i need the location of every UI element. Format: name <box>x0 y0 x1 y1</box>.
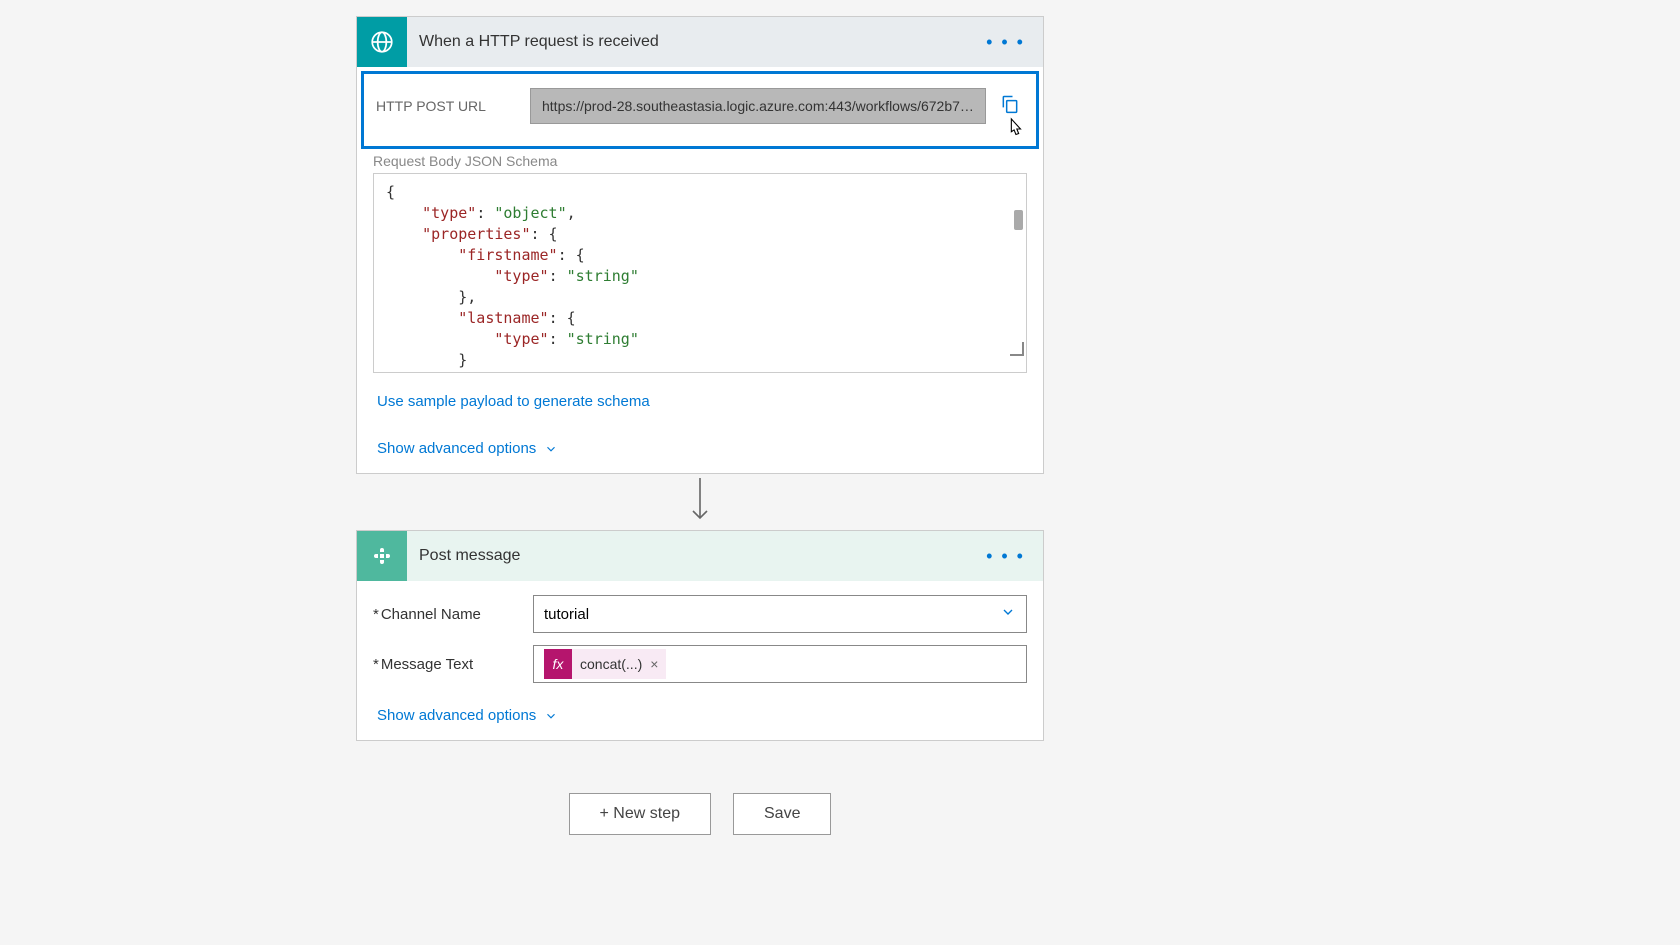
message-text-label: *Message Text <box>373 656 521 673</box>
post-message-menu-button[interactable]: • • • <box>980 542 1031 571</box>
http-post-url-value[interactable]: https://prod-28.southeastasia.logic.azur… <box>530 88 986 124</box>
chevron-down-icon <box>544 709 558 723</box>
channel-name-label: *Channel Name <box>373 606 521 623</box>
http-trigger-title: When a HTTP request is received <box>407 33 980 51</box>
http-trigger-header[interactable]: When a HTTP request is received • • • <box>357 17 1043 67</box>
message-text-row: *Message Text fx concat(...) × <box>357 639 1043 689</box>
sample-payload-link[interactable]: Use sample payload to generate schema <box>357 383 670 420</box>
token-remove-button[interactable]: × <box>648 656 666 672</box>
copy-icon <box>1000 94 1020 114</box>
new-step-button[interactable]: + New step <box>569 793 711 835</box>
http-trigger-card: When a HTTP request is received • • • HT… <box>356 16 1044 474</box>
message-text-input[interactable]: fx concat(...) × <box>533 645 1027 683</box>
save-button[interactable]: Save <box>733 793 831 835</box>
copy-url-button[interactable] <box>1000 94 1024 118</box>
post-message-card: Post message • • • *Channel Name tutoria… <box>356 530 1044 741</box>
http-post-url-section: HTTP POST URL https://prod-28.southeasta… <box>361 71 1039 149</box>
chevron-down-icon <box>1000 604 1016 624</box>
post-message-header[interactable]: Post message • • • <box>357 531 1043 581</box>
footer-buttons: + New step Save <box>356 793 1044 835</box>
schema-textarea[interactable]: { "type": "object", "properties": { "fir… <box>373 173 1027 373</box>
http-post-url-label: HTTP POST URL <box>376 98 516 114</box>
fx-icon: fx <box>544 649 572 679</box>
show-advanced-action-link[interactable]: Show advanced options <box>357 697 578 734</box>
show-advanced-trigger-link[interactable]: Show advanced options <box>357 430 578 467</box>
slack-icon <box>357 531 407 581</box>
chevron-down-icon <box>544 442 558 456</box>
connector-arrow <box>356 474 1044 530</box>
schema-resize-handle[interactable] <box>1010 342 1024 356</box>
http-card-menu-button[interactable]: • • • <box>980 28 1031 57</box>
http-icon <box>357 17 407 67</box>
arrow-down-icon <box>688 478 712 524</box>
schema-scrollbar[interactable] <box>1014 210 1023 230</box>
expression-token[interactable]: fx concat(...) × <box>544 649 666 679</box>
post-message-title: Post message <box>407 547 980 565</box>
channel-name-select[interactable]: tutorial <box>533 595 1027 633</box>
logic-app-designer: When a HTTP request is received • • • HT… <box>356 16 1044 835</box>
channel-name-row: *Channel Name tutorial <box>357 589 1043 639</box>
schema-label: Request Body JSON Schema <box>357 149 1043 173</box>
